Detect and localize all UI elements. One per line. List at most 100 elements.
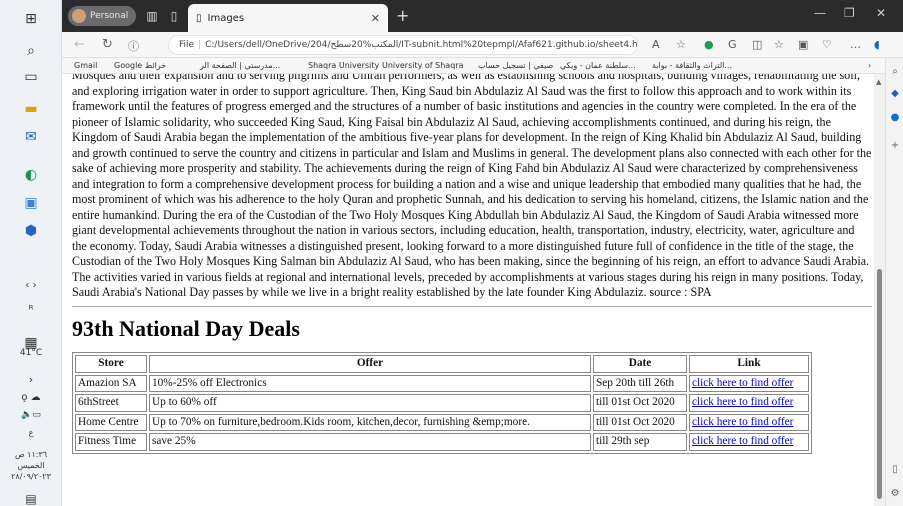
bookmark-signup[interactable]: صيفي | تسجيل حساب — [478, 61, 553, 70]
cell-store: Fitness Time — [75, 433, 147, 451]
security-icon[interactable]: ⬢ — [0, 218, 62, 244]
cell-date: till 01st Oct 2020 — [593, 413, 687, 431]
close-tab-icon[interactable]: ✕ — [371, 12, 380, 25]
table-row: 6thStreet Up to 60% off till 01st Oct 20… — [75, 394, 809, 412]
page-content: Mosques and their expansion and to servi… — [72, 74, 872, 454]
cell-date: till 29th sep — [593, 433, 687, 451]
history-paragraph: Mosques and their expansion and to servi… — [72, 74, 872, 299]
favorites-icon[interactable]: ☆ — [774, 38, 784, 51]
read-aloud-icon[interactable]: A — [652, 38, 660, 51]
tab-title: Images — [207, 12, 245, 24]
cell-link: click here to find offer — [689, 433, 809, 451]
sidebar-add-icon[interactable]: + — [888, 140, 902, 151]
bookmark-gmail[interactable]: Gmail — [74, 61, 97, 70]
table-header-row: Store Offer Date Link — [75, 355, 809, 373]
offer-link[interactable]: click here to find offer — [692, 416, 793, 428]
browser-tab-bar: Personal ▥ ▯ ▯ Images ✕ + — ❐ ✕ — [62, 0, 903, 32]
app-icon[interactable]: ▣ — [0, 190, 62, 216]
header-offer: Offer — [149, 355, 591, 373]
task-view-icon[interactable]: ▭ — [0, 64, 62, 90]
notification-icon[interactable]: ▤ — [0, 486, 62, 506]
start-icon[interactable]: ⊞ — [0, 6, 62, 32]
avatar — [72, 9, 86, 23]
page-heading: 93th National Day Deals — [72, 315, 300, 341]
sidebar-toggle-icon[interactable]: ▯ — [888, 464, 902, 475]
taskbar-scroll-icon[interactable]: ‹ › — [0, 272, 62, 298]
table-row: Amazion SA 10%-25% off Electronics Sep 2… — [75, 374, 809, 392]
bookmark-oman-wiki[interactable]: سلطنة عمان - ويكي... — [560, 61, 636, 70]
scrollbar-thumb[interactable] — [877, 269, 882, 499]
profile-button[interactable]: Personal — [68, 6, 136, 26]
offer-link[interactable]: click here to find offer — [692, 377, 793, 389]
sync-icon[interactable]: G — [728, 38, 737, 51]
profile-label: Personal — [90, 11, 129, 21]
tab-images[interactable]: ▯ Images ✕ — [188, 4, 388, 32]
search-icon[interactable]: ⌕ — [0, 38, 62, 64]
cell-offer: save 25% — [149, 433, 591, 451]
file-explorer-icon[interactable]: ▬ — [0, 96, 62, 122]
copilot-icon[interactable]: ◖ — [874, 38, 880, 51]
cell-date: Sep 20th till 26th — [593, 374, 687, 392]
close-window-icon[interactable]: ✕ — [876, 6, 886, 20]
cell-offer: Up to 70% on furniture,bedroom.Kids room… — [149, 413, 591, 431]
more-menu-icon[interactable]: … — [850, 38, 861, 51]
header-date: Date — [593, 355, 687, 373]
browser-essentials-icon[interactable]: ♡ — [822, 38, 832, 51]
screen: ⊞ ⌕ ▭ ▬ ✉ ◐ ▣ ⬢ ‹ › ᴿ ▦ 41°C › ǫ ☁ 🔈▭ ع … — [0, 0, 903, 506]
bookmark-shaqra-university[interactable]: Shaqra University — [308, 61, 379, 70]
split-screen-icon[interactable]: ◫ — [752, 38, 762, 51]
restore-icon[interactable]: ❐ — [844, 6, 855, 20]
page-icon: ▯ — [196, 12, 202, 24]
refresh-icon[interactable]: ↻ — [102, 37, 113, 52]
bookmarks-bar: Gmail Google خرائط مدرستي | الصفحة الر..… — [62, 58, 903, 74]
table-row: Home Centre Up to 70% on furniture,bedro… — [75, 413, 809, 431]
url-separator: | — [198, 40, 202, 50]
info-icon[interactable]: ⓘ — [128, 38, 139, 54]
bookmark-heritage[interactable]: التراث والثقافة - بوابة... — [652, 61, 732, 70]
people-icon[interactable]: ᴿ — [0, 296, 62, 322]
divider — [72, 305, 872, 307]
url-text: C:/Users/dell/OneDrive/204/المكتب%20سطح/… — [205, 40, 638, 50]
edge-sidebar: ⌕ ◆ ● + ▯ ⚙ — [885, 58, 903, 506]
tab-actions-icon[interactable]: ▯ — [166, 8, 182, 24]
collections-icon[interactable]: ▣ — [798, 38, 808, 51]
scroll-up-icon[interactable]: ▲ — [876, 78, 881, 86]
sidebar-outlook-icon[interactable]: ● — [888, 112, 902, 123]
offer-link[interactable]: click here to find offer — [692, 396, 793, 408]
sidebar-settings-icon[interactable]: ⚙ — [888, 488, 902, 499]
sidebar-search-icon[interactable]: ⌕ — [888, 66, 902, 77]
cell-link: click here to find offer — [689, 394, 809, 412]
header-link: Link — [689, 355, 809, 373]
new-tab-icon[interactable]: + — [396, 6, 409, 25]
bookmark-university-of-shaqra[interactable]: University of Shaqra — [382, 61, 463, 70]
clock-time[interactable]: ١١:٣٦ ص — [0, 450, 62, 459]
deals-table: Store Offer Date Link Amazion SA 10%-25%… — [72, 352, 812, 454]
workspaces-icon[interactable]: ▥ — [144, 8, 160, 24]
address-toolbar: ← ↻ ⓘ File | C:/Users/dell/OneDrive/204/… — [62, 32, 903, 58]
page-viewport: Mosques and their expansion and to servi… — [62, 74, 885, 506]
keyboard-language[interactable]: ع — [0, 428, 62, 437]
minimize-icon[interactable]: — — [814, 6, 826, 20]
back-icon[interactable]: ← — [74, 37, 85, 52]
cell-link: click here to find offer — [689, 413, 809, 431]
table-row: Fitness Time save 25% till 29th sep clic… — [75, 433, 809, 451]
page-scrollbar[interactable]: ▲ — [874, 74, 885, 506]
favorite-star-icon[interactable]: ☆ — [676, 38, 686, 51]
bookmark-google-maps[interactable]: Google خرائط — [114, 61, 166, 70]
url-prefix: File — [179, 40, 195, 50]
cell-offer: Up to 60% off — [149, 394, 591, 412]
address-input[interactable]: File | C:/Users/dell/OneDrive/204/المكتب… — [168, 35, 638, 55]
extension-icon[interactable]: ● — [704, 38, 714, 51]
cell-date: till 01st Oct 2020 — [593, 394, 687, 412]
clock-date[interactable]: ٢٨/٠٩/٢٠٢٣ — [0, 472, 62, 481]
bookmarks-overflow-icon[interactable]: › — [868, 61, 871, 70]
offer-link[interactable]: click here to find offer — [692, 435, 793, 447]
sidebar-discover-icon[interactable]: ◆ — [888, 88, 902, 99]
volume-icon[interactable]: 🔈▭ — [0, 402, 62, 428]
bookmark-madrasati[interactable]: مدرستي | الصفحة الر... — [200, 61, 280, 70]
clock-day[interactable]: الخميس — [0, 461, 62, 470]
cell-store: Home Centre — [75, 413, 147, 431]
edge-icon[interactable]: ◐ — [0, 162, 62, 188]
mail-icon[interactable]: ✉ — [0, 124, 62, 150]
cell-store: Amazion SA — [75, 374, 147, 392]
